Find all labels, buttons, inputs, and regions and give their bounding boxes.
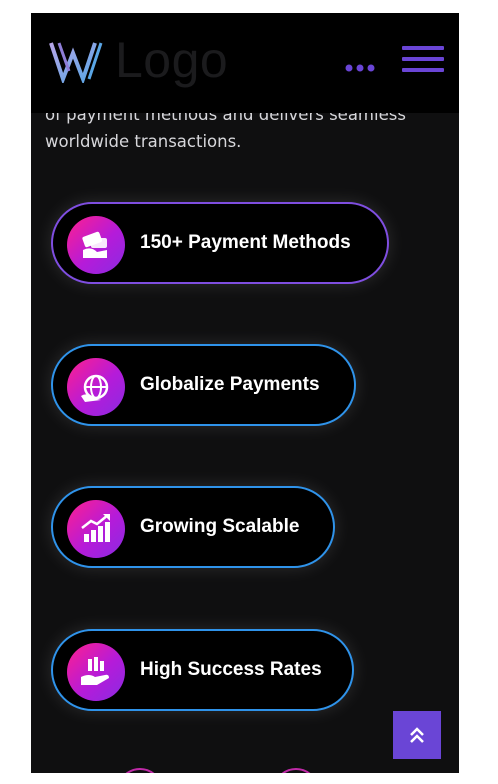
more-dots-icon[interactable]: [345, 57, 375, 76]
feature-pill-globalize-payments[interactable]: Globalize Payments: [51, 344, 356, 426]
page-frame: Logo of payment methods and delivers sea…: [31, 13, 459, 773]
logo-text[interactable]: Logo: [115, 31, 228, 89]
feature-label: Globalize Payments: [140, 374, 320, 395]
next-section-icon-partial: [273, 768, 319, 773]
double-chevron-up-icon: [410, 727, 424, 743]
next-section-icon-partial: [117, 768, 163, 773]
w-logo-icon[interactable]: [49, 39, 107, 87]
site-header: Logo: [31, 13, 459, 113]
success-hand-icon: [67, 643, 125, 701]
feature-pill-growing-scalable[interactable]: Growing Scalable: [51, 486, 335, 568]
feature-label: 150+ Payment Methods: [140, 232, 351, 253]
scroll-to-top-button[interactable]: [393, 711, 441, 759]
hamburger-menu-icon[interactable]: [402, 46, 444, 76]
feature-label: Growing Scalable: [140, 516, 300, 537]
payment-methods-icon: [67, 216, 125, 274]
growth-chart-icon: [67, 500, 125, 558]
feature-label: High Success Rates: [140, 659, 322, 680]
feature-pill-payment-methods[interactable]: 150+ Payment Methods: [51, 202, 389, 284]
feature-pill-high-success-rates[interactable]: High Success Rates: [51, 629, 354, 711]
globe-payment-icon: [67, 358, 125, 416]
intro-line-2: worldwide transactions.: [45, 132, 242, 151]
